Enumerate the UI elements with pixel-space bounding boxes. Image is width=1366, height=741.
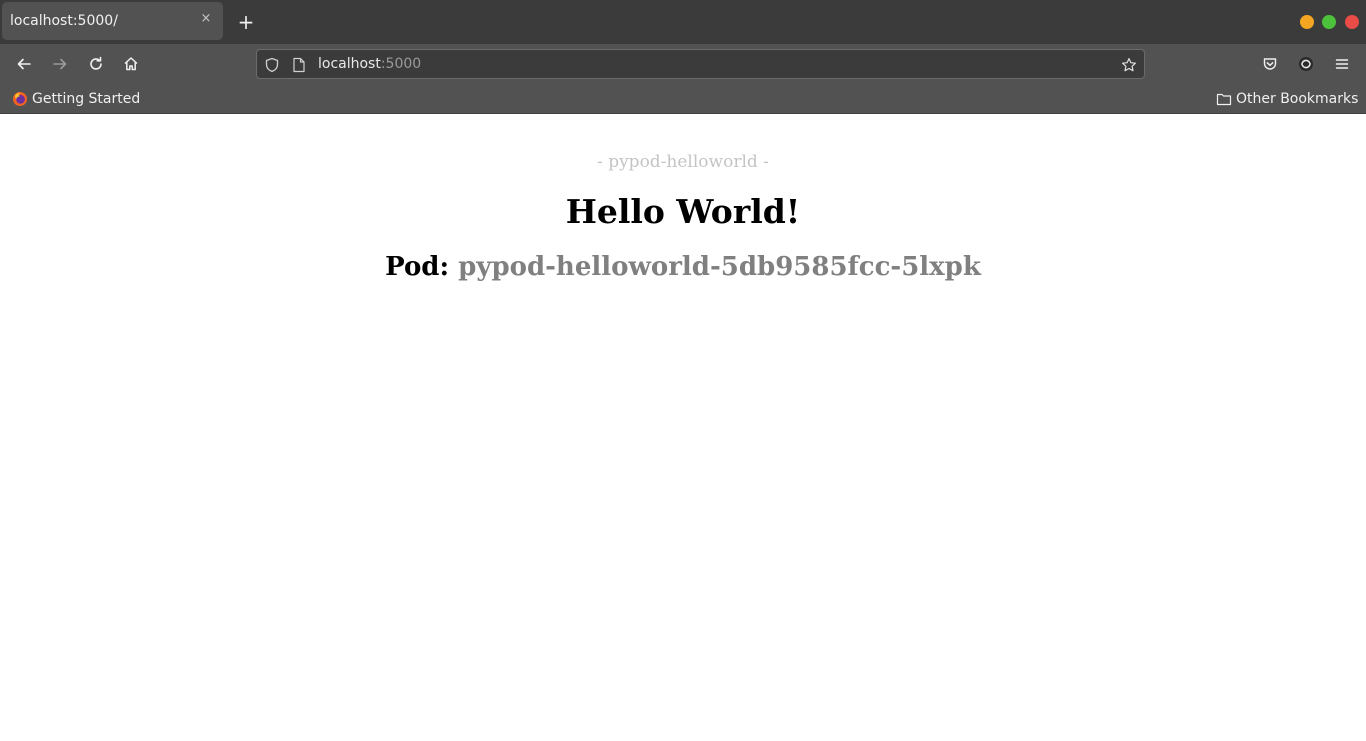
bookmark-getting-started[interactable]: Getting Started	[12, 90, 140, 108]
forward-icon	[53, 58, 67, 70]
url-host: localhost	[318, 56, 381, 72]
forward-button[interactable]	[48, 52, 72, 76]
window-close-button[interactable]	[1345, 15, 1359, 29]
menu-icon	[1335, 59, 1349, 69]
tracking-protection-button[interactable]	[263, 56, 281, 74]
window-minimize-button[interactable]	[1300, 15, 1314, 29]
extension-icon	[1299, 57, 1313, 71]
reload-button[interactable]	[84, 52, 108, 76]
pod-name: pypod-helloworld-5db9585fcc-5lxpk	[458, 252, 981, 282]
star-icon	[1122, 58, 1136, 72]
window-maximize-button[interactable]	[1322, 15, 1336, 29]
bookmark-label: Other Bookmarks	[1236, 91, 1359, 107]
tab-strip: localhost:5000/ × +	[0, 0, 1366, 44]
shield-icon	[265, 57, 279, 73]
reload-icon	[90, 56, 102, 70]
back-icon	[17, 58, 31, 70]
back-button[interactable]	[12, 52, 36, 76]
tab-close-icon[interactable]: ×	[199, 12, 213, 26]
pod-info: Pod: pypod-helloworld-5db9585fcc-5lxpk	[0, 252, 1366, 282]
url-text[interactable]: localhost:5000	[318, 56, 421, 72]
site-info-button[interactable]	[290, 56, 308, 74]
page-title: Hello World!	[565, 192, 801, 231]
bookmark-star-button[interactable]	[1120, 56, 1138, 74]
extension-button[interactable]	[1294, 52, 1318, 76]
page-icon	[293, 57, 305, 73]
new-tab-button[interactable]: +	[234, 10, 258, 34]
url-bar[interactable]: localhost:5000	[256, 49, 1145, 79]
home-icon	[124, 57, 138, 71]
page-content: - pypod-helloworld - Hello World! Pod: p…	[0, 114, 1366, 741]
bookmarks-toolbar: Getting Started Other Bookmarks	[0, 84, 1366, 114]
tab-title: localhost:5000/	[10, 13, 118, 29]
app-menu-button[interactable]	[1330, 52, 1354, 76]
pocket-icon	[1263, 58, 1277, 70]
app-subtitle: - pypod-helloworld -	[597, 152, 769, 172]
other-bookmarks-folder[interactable]: Other Bookmarks	[1216, 90, 1358, 108]
pod-label: Pod:	[385, 252, 450, 282]
home-button[interactable]	[119, 52, 143, 76]
bookmark-label: Getting Started	[32, 91, 141, 107]
pocket-button[interactable]	[1258, 52, 1282, 76]
active-tab[interactable]: localhost:5000/ ×	[2, 2, 223, 40]
folder-icon	[1216, 91, 1232, 107]
url-port: :5000	[380, 56, 422, 72]
firefox-icon	[12, 91, 28, 107]
navigation-toolbar: localhost:5000	[0, 44, 1366, 84]
